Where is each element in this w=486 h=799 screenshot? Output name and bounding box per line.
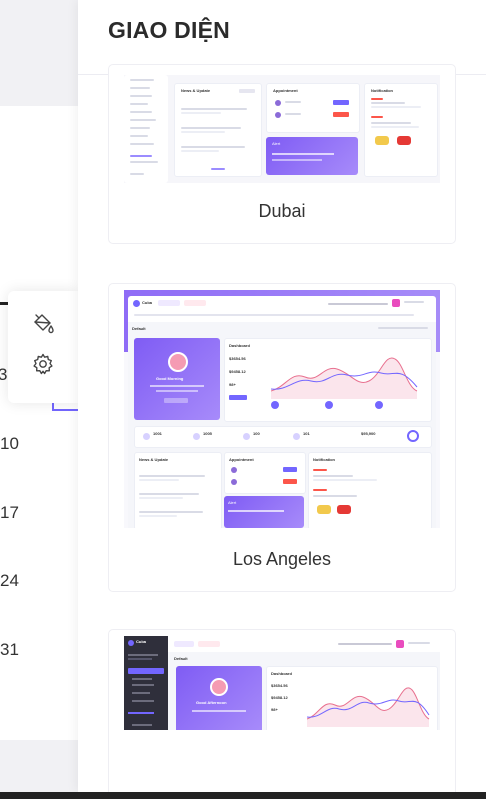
background-footer xyxy=(0,740,78,792)
preview-news-card: News & Update xyxy=(134,452,222,528)
background-header xyxy=(0,0,78,106)
panel-title: GIAO DIỆN xyxy=(108,17,230,43)
calendar-day: 10 xyxy=(0,434,19,453)
theme-card-dark-sidebar[interactable]: Cuba Default Good Afternoon Dashboard $3… xyxy=(108,629,456,792)
preview-content: Default Good Morning Dashboard $3654.56 … xyxy=(128,322,436,528)
theme-card-los-angeles[interactable]: Cuba Default Good Morning Dashboard $365… xyxy=(108,283,456,592)
theme-name: Dubai xyxy=(258,201,306,221)
preview-appointment-card: Appointment xyxy=(266,83,360,133)
theme-preview-dubai: News & Update Appointment Alert Notifica… xyxy=(124,75,440,183)
preview-news-card: News & Update xyxy=(174,83,262,177)
calendar-day: 24 xyxy=(0,571,19,590)
preview-stats-row: 1001 1005 100 101 $95,900 xyxy=(134,426,432,448)
preview-appointment-card: Appointment xyxy=(224,452,306,494)
preview-alert-card: Alert xyxy=(266,137,358,175)
preview-area-chart xyxy=(307,687,430,727)
calendar-day: 31 xyxy=(0,640,19,659)
theme-preview-los-angeles: Cuba Default Good Morning Dashboard $365… xyxy=(124,290,440,528)
preview-notification-card: Notification xyxy=(308,452,432,528)
preview-sidebar xyxy=(124,75,168,183)
theme-card-dubai[interactable]: News & Update Appointment Alert Notifica… xyxy=(108,64,456,244)
theme-preview-dark-sidebar: Cuba Default Good Afternoon Dashboard $3… xyxy=(124,636,440,730)
calendar-day: 17 xyxy=(0,503,19,522)
calendar-day: 3 xyxy=(0,365,8,384)
bottom-edge xyxy=(0,792,486,799)
preview-welcome-card: Good Morning xyxy=(134,338,220,420)
preview-chart-card: Dashboard $3654.56 $9458.12 98+ xyxy=(266,666,438,730)
preview-notification-card: Notification xyxy=(364,83,438,177)
preview-topbar: Cuba xyxy=(128,296,436,322)
paint-bucket-icon[interactable] xyxy=(31,311,55,335)
preview-chart-card: Dashboard $3654.56 $9458.12 98+ xyxy=(224,338,432,422)
preview-dark-sidebar: Cuba xyxy=(124,636,168,730)
preview-welcome-card: Good Afternoon xyxy=(176,666,262,730)
preview-topbar xyxy=(168,636,440,652)
preview-area-chart xyxy=(271,357,418,399)
preview-alert-card: Alert xyxy=(224,496,304,528)
layout-panel: GIAO DIỆN News & Update Appointment Aler… xyxy=(78,0,486,792)
theme-name: Los Angeles xyxy=(232,549,332,569)
gear-icon[interactable] xyxy=(31,352,55,376)
customizer-toolbar xyxy=(8,291,78,403)
calendar-marker xyxy=(0,302,8,305)
